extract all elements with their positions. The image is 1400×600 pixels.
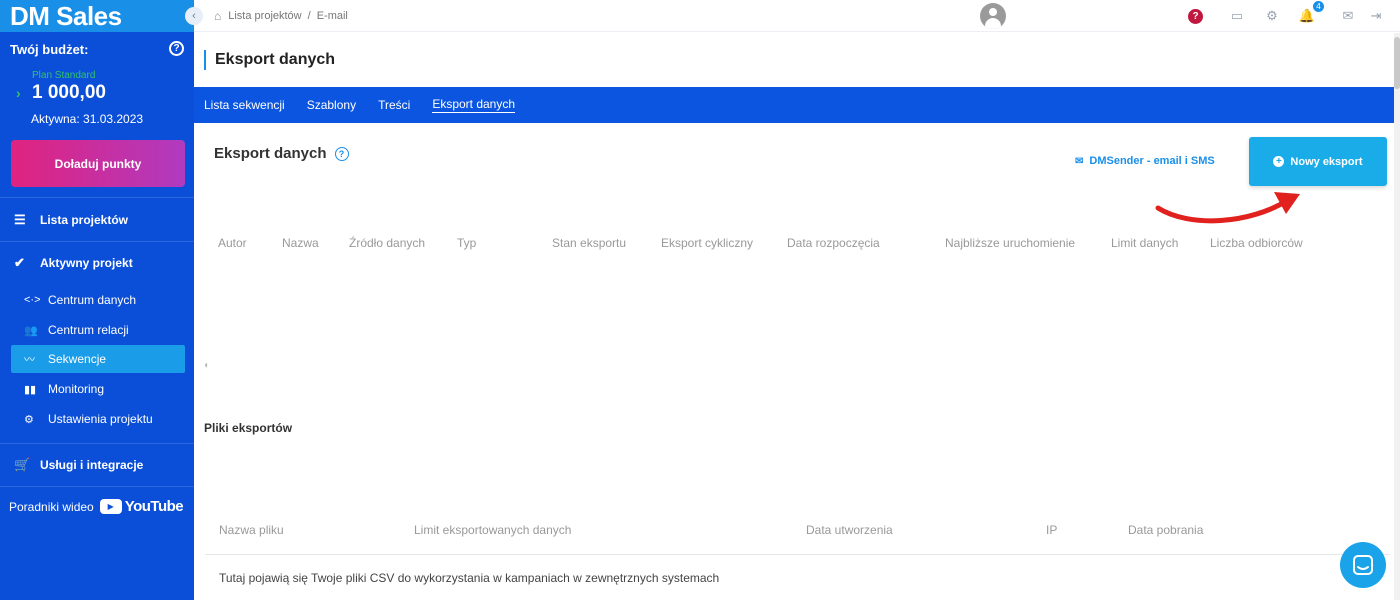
play-icon: ▶ bbox=[99, 499, 122, 514]
list-icon: ☰ bbox=[14, 212, 26, 227]
scrollbar[interactable] bbox=[1394, 33, 1400, 600]
tab-contents[interactable]: Treści bbox=[378, 98, 410, 113]
column-header[interactable]: Data rozpoczęcia bbox=[787, 236, 880, 250]
sidebar-item-label: Centrum danych bbox=[48, 293, 137, 307]
new-export-button[interactable]: + Nowy eksport bbox=[1249, 137, 1387, 186]
page-header: Eksport danych bbox=[194, 33, 1400, 87]
collapse-sidebar-icon[interactable]: ‹ bbox=[185, 7, 203, 25]
logout-icon[interactable]: ⇥ bbox=[1366, 6, 1386, 26]
divider bbox=[0, 443, 194, 444]
new-export-label: Nowy eksport bbox=[1290, 155, 1363, 168]
column-header[interactable]: IP bbox=[1046, 523, 1057, 537]
divider bbox=[0, 241, 194, 242]
credit-card-icon[interactable]: ▭ bbox=[1227, 6, 1247, 26]
gear-icon[interactable]: ⚙ bbox=[1262, 6, 1282, 26]
column-header[interactable]: Nazwa pliku bbox=[219, 523, 284, 537]
sidebar-item-label: Centrum relacji bbox=[48, 323, 129, 337]
divider bbox=[0, 197, 194, 198]
sidebar-item-monitoring[interactable]: ▮▮ Monitoring bbox=[11, 375, 185, 403]
home-icon[interactable]: ⌂ bbox=[214, 9, 221, 23]
files-title: Pliki eksportów bbox=[204, 421, 293, 435]
code-arrows-icon: <·> bbox=[24, 294, 41, 306]
column-header[interactable]: Autor bbox=[218, 236, 247, 250]
chat-icon bbox=[1353, 555, 1373, 575]
sidebar-item-label: Aktywny projekt bbox=[40, 256, 133, 270]
sidebar-item-label: Lista projektów bbox=[40, 213, 129, 227]
breadcrumb-item[interactable]: Lista projektów bbox=[228, 10, 301, 22]
scrollbar-thumb[interactable] bbox=[1394, 37, 1400, 89]
sidebar-item-relations-center[interactable]: 👥 Centrum relacji bbox=[11, 316, 185, 344]
column-header[interactable]: Liczba odbiorców bbox=[1210, 236, 1303, 250]
exports-title-text: Eksport danych bbox=[214, 145, 327, 162]
column-header[interactable]: Limit danych bbox=[1111, 236, 1178, 250]
spinner-icon: ◖ bbox=[203, 360, 210, 371]
sidebar-item-label: Sekwencje bbox=[48, 352, 107, 366]
budget-amount-value: 1 000,00 bbox=[32, 82, 106, 103]
topup-button[interactable]: Doładuj punkty bbox=[11, 140, 185, 187]
logo[interactable]: DM Sales bbox=[0, 0, 194, 32]
youtube-logo: ▶ YouTube bbox=[99, 498, 184, 515]
cart-icon: 🛒 bbox=[14, 457, 31, 472]
chat-launcher[interactable] bbox=[1340, 542, 1386, 588]
tabs-bar: Lista sekwencji Szablony Treści Eksport … bbox=[194, 87, 1394, 123]
sidebar-item-label: Ustawienia projektu bbox=[48, 412, 153, 426]
sidebar-item-data-center[interactable]: <·> Centrum danych bbox=[11, 286, 185, 314]
avatar[interactable] bbox=[980, 3, 1006, 29]
column-header[interactable]: Typ bbox=[457, 236, 476, 250]
tab-data-export[interactable]: Eksport danych bbox=[432, 97, 516, 113]
trend-line-icon: 〰 bbox=[24, 354, 35, 366]
breadcrumb-separator: / bbox=[307, 9, 311, 22]
plan-label: Plan Standard bbox=[32, 70, 96, 81]
chevron-right-icon: › bbox=[16, 85, 21, 101]
dmsender-link-label: DMSender - email i SMS bbox=[1089, 155, 1215, 167]
column-header[interactable]: Limit eksportowanych danych bbox=[414, 523, 571, 537]
video-guides-label: Poradniki wideo bbox=[9, 499, 94, 514]
sidebar-item-sequences[interactable]: 〰 Sekwencje bbox=[11, 345, 185, 373]
check-icon: ✔ bbox=[14, 255, 25, 270]
tab-templates[interactable]: Szablony bbox=[307, 98, 356, 113]
budget-amount: › 1 000,00 bbox=[10, 82, 184, 104]
sidebar-item-label: Usługi i integracje bbox=[40, 458, 144, 472]
page-title: Eksport danych bbox=[215, 51, 336, 68]
sidebar-item-project-settings[interactable]: ⚙ Ustawienia projektu bbox=[11, 405, 185, 433]
divider bbox=[0, 486, 194, 487]
column-header[interactable]: Źródło danych bbox=[349, 236, 425, 250]
column-header[interactable]: Data pobrania bbox=[1128, 523, 1203, 537]
mail-icon[interactable]: ✉ bbox=[1338, 6, 1358, 26]
column-header[interactable]: Data utworzenia bbox=[806, 523, 893, 537]
breadcrumb: ⌂ Lista projektów / E-mail bbox=[194, 9, 348, 23]
dmsender-link[interactable]: ✉ DMSender - email i SMS bbox=[1075, 155, 1215, 167]
sidebar-item-project-list[interactable]: ☰ Lista projektów bbox=[0, 199, 194, 241]
help-icon[interactable]: ? bbox=[334, 146, 349, 161]
active-until: Aktywna: 31.03.2023 bbox=[31, 112, 144, 126]
empty-state-message: Tutaj pojawią się Twoje pliki CSV do wyk… bbox=[219, 571, 720, 585]
title-accent bbox=[204, 50, 206, 70]
topbar: ⌂ Lista projektów / E-mail bbox=[194, 0, 1400, 32]
envelope-icon: ✉ bbox=[1075, 155, 1084, 167]
column-header[interactable]: Eksport cykliczny bbox=[661, 236, 753, 250]
notification-badge: 4 bbox=[1313, 1, 1324, 12]
sidebar: DM Sales Twój budżet: ? Plan Standard › … bbox=[0, 0, 194, 600]
budget-title: Twój budżet: bbox=[10, 42, 89, 57]
tab-sequence-list[interactable]: Lista sekwencji bbox=[204, 98, 285, 113]
divider bbox=[205, 554, 1390, 555]
sidebar-item-services[interactable]: 🛒 Usługi i integracje bbox=[0, 445, 194, 485]
help-icon[interactable]: ? bbox=[169, 41, 184, 56]
annotation-arrow bbox=[1155, 192, 1300, 224]
plus-circle-icon: + bbox=[1273, 156, 1285, 167]
bar-chart-icon: ▮▮ bbox=[24, 383, 37, 396]
column-header[interactable]: Najbliższe uruchomienie bbox=[945, 236, 1075, 250]
sidebar-item-active-project[interactable]: ✔ Aktywny projekt bbox=[0, 243, 194, 283]
column-header[interactable]: Nazwa bbox=[282, 236, 319, 250]
help-icon[interactable]: ? bbox=[1188, 9, 1203, 24]
exports-title: Eksport danych ? bbox=[214, 145, 349, 162]
gear-icon: ⚙ bbox=[24, 413, 34, 426]
video-guides-link[interactable]: Poradniki wideo ▶ YouTube bbox=[9, 498, 184, 515]
breadcrumb-item[interactable]: E-mail bbox=[317, 10, 348, 22]
column-header[interactable]: Stan eksportu bbox=[552, 236, 626, 250]
sidebar-item-label: Monitoring bbox=[48, 382, 105, 396]
youtube-text: YouTube bbox=[124, 498, 184, 515]
users-icon: 👥 bbox=[24, 324, 38, 337]
